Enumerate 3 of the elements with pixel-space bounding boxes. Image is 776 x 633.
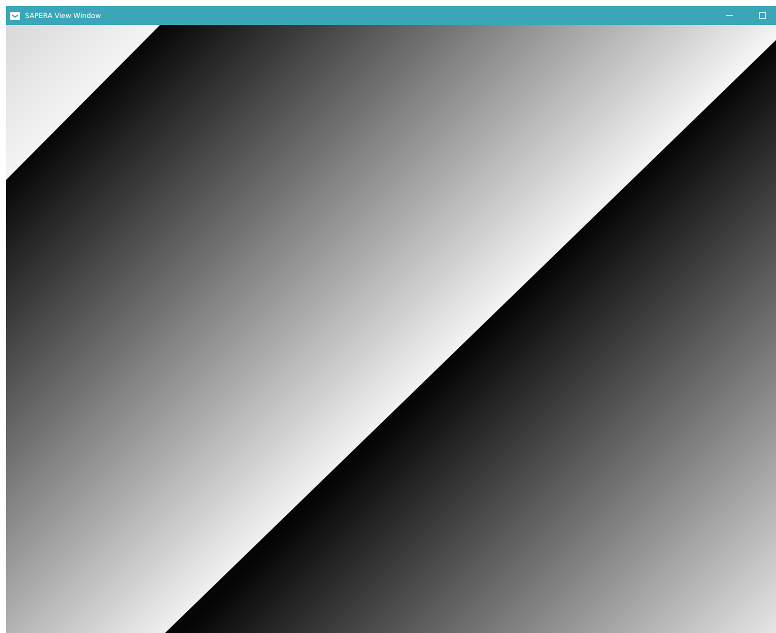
minimize-icon[interactable]: [726, 15, 732, 16]
app-icon: [10, 12, 20, 20]
maximize-icon[interactable]: [758, 12, 766, 19]
